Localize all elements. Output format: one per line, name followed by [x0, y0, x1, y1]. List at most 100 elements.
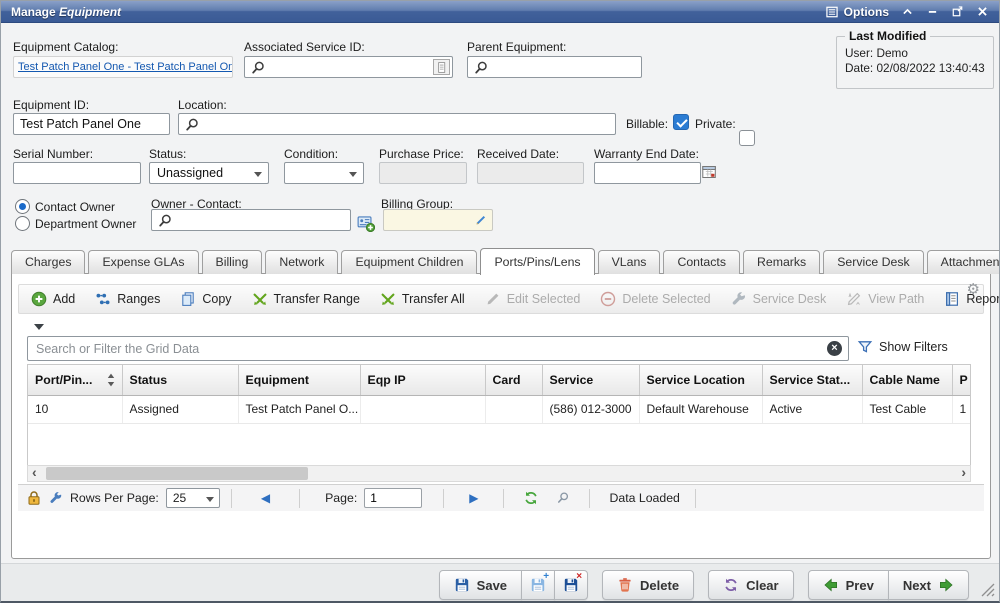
tab-contacts[interactable]: Contacts — [663, 250, 740, 274]
location-input[interactable] — [203, 115, 613, 133]
add-contact-icon[interactable] — [357, 214, 375, 232]
next-page-icon[interactable] — [469, 492, 478, 504]
tab-billing[interactable]: Billing — [202, 250, 263, 274]
department-owner-option[interactable]: Department Owner — [15, 216, 136, 231]
delete-selected-button[interactable]: Delete Selected — [592, 287, 718, 311]
view-path-icon — [846, 291, 862, 307]
transfer-all-button[interactable]: Transfer All — [372, 287, 473, 311]
column-header-service-location[interactable]: Service Location — [639, 365, 762, 395]
horizontal-scrollbar[interactable] — [27, 465, 971, 482]
tab-service-desk[interactable]: Service Desk — [823, 250, 923, 274]
column-header-service[interactable]: Service — [542, 365, 639, 395]
column-header-cable-name[interactable]: Cable Name — [862, 365, 952, 395]
minimize-icon[interactable] — [926, 5, 939, 18]
search-icon — [157, 213, 173, 229]
collapse-icon[interactable] — [901, 5, 914, 18]
status-select[interactable]: Unassigned — [149, 162, 269, 184]
toolbar-overflow-arrow-icon[interactable] — [34, 324, 44, 335]
contact-owner-radio[interactable] — [15, 199, 30, 214]
tab-charges[interactable]: Charges — [11, 250, 85, 274]
parent-equipment-input[interactable] — [492, 58, 639, 76]
options-button[interactable]: Options — [825, 5, 889, 19]
grid-cell: Test Cable — [862, 395, 952, 423]
private-label: Private: — [695, 117, 736, 131]
department-owner-radio[interactable] — [15, 216, 30, 231]
prev-button[interactable]: Prev — [808, 570, 889, 600]
ranges-icon — [95, 291, 111, 307]
associated-service-id-input[interactable] — [269, 58, 450, 76]
zoom-search-icon[interactable] — [556, 491, 570, 505]
tab-ports-pins-lens[interactable]: Ports/Pins/Lens — [480, 248, 594, 275]
warranty-end-date-input[interactable] — [594, 162, 701, 184]
tab-strip: Charges Expense GLAs Billing Network Equ… — [11, 248, 989, 274]
service-desk-button[interactable]: Service Desk — [723, 287, 835, 311]
column-header-path[interactable]: P — [952, 365, 971, 395]
page-number-input[interactable] — [364, 488, 422, 508]
contact-owner-option[interactable]: Contact Owner — [15, 199, 115, 214]
funnel-icon — [857, 339, 873, 355]
next-button[interactable]: Next — [888, 570, 969, 600]
tab-network[interactable]: Network — [265, 250, 338, 274]
wrench-icon[interactable] — [49, 491, 63, 505]
tab-equipment-children[interactable]: Equipment Children — [341, 250, 477, 274]
owner-contact-input[interactable] — [176, 211, 348, 229]
billable-checkbox[interactable] — [673, 114, 689, 130]
equipment-id-input[interactable] — [13, 113, 170, 135]
billing-group-field[interactable] — [383, 209, 493, 231]
scrollbar-thumb[interactable] — [46, 467, 308, 480]
scroll-left-icon[interactable] — [32, 464, 37, 480]
transfer-range-button[interactable]: Transfer Range — [244, 287, 368, 311]
clear-search-icon[interactable] — [827, 341, 842, 356]
column-header-eqp-ip[interactable]: Eqp IP — [360, 365, 485, 395]
tab-remarks[interactable]: Remarks — [743, 250, 820, 274]
service-lookup-button[interactable] — [433, 59, 450, 75]
save-and-close-button[interactable] — [554, 570, 588, 600]
tab-attachments[interactable]: Attachments — [927, 250, 1000, 274]
grid-search-input[interactable] — [27, 336, 849, 361]
rows-per-page-select[interactable]: 25 — [166, 488, 220, 508]
location-label: Location: — [178, 98, 227, 112]
resize-grip[interactable] — [981, 583, 995, 597]
gear-icon[interactable] — [967, 280, 980, 298]
edit-selected-button[interactable]: Edit Selected — [477, 287, 589, 311]
last-modified-legend: Last Modified — [845, 29, 930, 43]
lock-icon[interactable] — [26, 490, 42, 506]
wrench-icon — [731, 291, 747, 307]
copy-button[interactable]: Copy — [172, 287, 239, 311]
delete-button[interactable]: Delete — [602, 570, 694, 600]
private-checkbox[interactable] — [739, 130, 755, 146]
equipment-catalog-link[interactable]: Test Patch Panel One - Test Patch Panel … — [18, 61, 233, 73]
column-header-status[interactable]: Status — [122, 365, 238, 395]
condition-label: Condition: — [284, 147, 338, 161]
popout-icon[interactable] — [951, 5, 964, 18]
previous-page-icon[interactable] — [261, 492, 270, 504]
tab-expense-glas[interactable]: Expense GLAs — [88, 250, 198, 274]
owner-contact-field — [151, 209, 351, 231]
view-path-button[interactable]: View Path — [838, 287, 932, 311]
x-badge-icon — [576, 572, 582, 582]
ranges-button[interactable]: Ranges — [87, 287, 168, 311]
column-header-card[interactable]: Card — [485, 365, 542, 395]
associated-service-id-label: Associated Service ID: — [244, 40, 365, 54]
show-filters-button[interactable]: Show Filters — [857, 339, 948, 355]
clear-button[interactable]: Clear — [708, 570, 794, 600]
prev-next-group: Prev Next — [808, 570, 969, 600]
close-icon[interactable] — [976, 5, 989, 18]
refresh-icon[interactable] — [523, 490, 539, 506]
save-and-new-button[interactable] — [521, 570, 555, 600]
condition-select[interactable] — [284, 162, 364, 184]
tab-vlans[interactable]: VLans — [598, 250, 661, 274]
serial-number-input[interactable] — [13, 162, 141, 184]
calendar-icon[interactable] — [701, 164, 717, 180]
grid-row[interactable]: 10 Assigned Test Patch Panel O... (586) … — [28, 395, 971, 423]
add-button[interactable]: Add — [23, 287, 83, 311]
purchase-price-label: Purchase Price: — [379, 147, 464, 161]
column-header-equipment[interactable]: Equipment — [238, 365, 360, 395]
warranty-end-date-label: Warranty End Date: — [594, 147, 699, 161]
edit-pencil-icon[interactable] — [474, 213, 488, 227]
column-header-service-status[interactable]: Service Stat... — [762, 365, 862, 395]
column-header-port-pin[interactable]: Port/Pin... — [28, 365, 122, 395]
sort-icon — [106, 372, 116, 388]
save-button[interactable]: Save — [439, 570, 522, 600]
scroll-right-icon[interactable] — [961, 464, 966, 480]
